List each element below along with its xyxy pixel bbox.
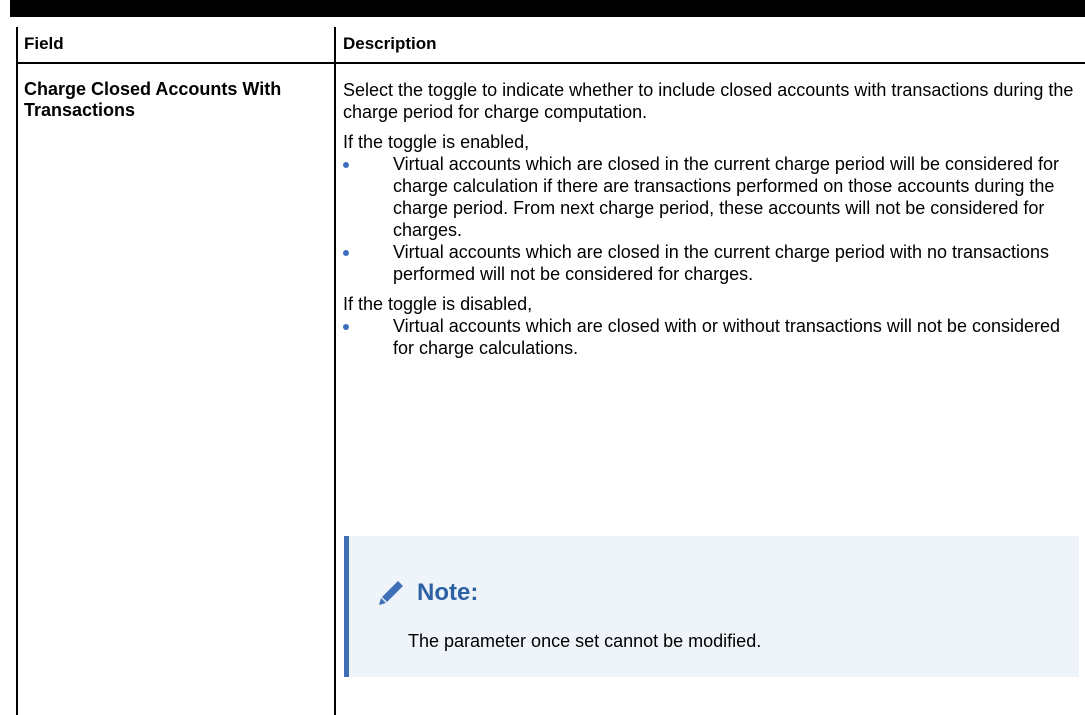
bullet-icon bbox=[343, 162, 349, 168]
list-item: Virtual accounts which are closed with o… bbox=[343, 315, 1078, 359]
disabled-bullet-list: Virtual accounts which are closed with o… bbox=[343, 315, 1078, 359]
table-header-separator bbox=[16, 62, 1085, 64]
bullet-text: Virtual accounts which are closed in the… bbox=[393, 154, 1060, 240]
disabled-lead: If the toggle is disabled, bbox=[343, 294, 533, 314]
field-description-table: Field Description Charge Closed Accounts… bbox=[16, 27, 1085, 715]
field-name: Charge Closed Accounts With Transactions bbox=[24, 79, 282, 120]
bullet-icon bbox=[343, 324, 349, 330]
list-item: Virtual accounts which are closed in the… bbox=[343, 241, 1078, 285]
top-rule bbox=[10, 0, 1085, 17]
note-text: The parameter once set cannot be modifie… bbox=[408, 631, 762, 651]
table-left-border bbox=[16, 27, 18, 715]
header-description: Description bbox=[343, 34, 437, 53]
bullet-text: Virtual accounts which are closed in the… bbox=[393, 242, 1050, 284]
bullet-icon bbox=[343, 250, 349, 256]
enabled-lead: If the toggle is enabled, bbox=[343, 132, 530, 152]
bullet-text: Virtual accounts which are closed with o… bbox=[393, 316, 1061, 358]
description-cell: Select the toggle to indicate whether to… bbox=[343, 79, 1078, 359]
header-field: Field bbox=[24, 34, 64, 53]
pencil-icon bbox=[379, 581, 403, 605]
list-item: Virtual accounts which are closed in the… bbox=[343, 153, 1078, 241]
enabled-bullet-list: Virtual accounts which are closed in the… bbox=[343, 153, 1078, 285]
description-intro: Select the toggle to indicate whether to… bbox=[343, 80, 1074, 122]
note-callout: Note: The parameter once set cannot be m… bbox=[344, 536, 1079, 677]
note-title: Note: bbox=[417, 579, 479, 606]
table-column-divider bbox=[334, 27, 336, 715]
